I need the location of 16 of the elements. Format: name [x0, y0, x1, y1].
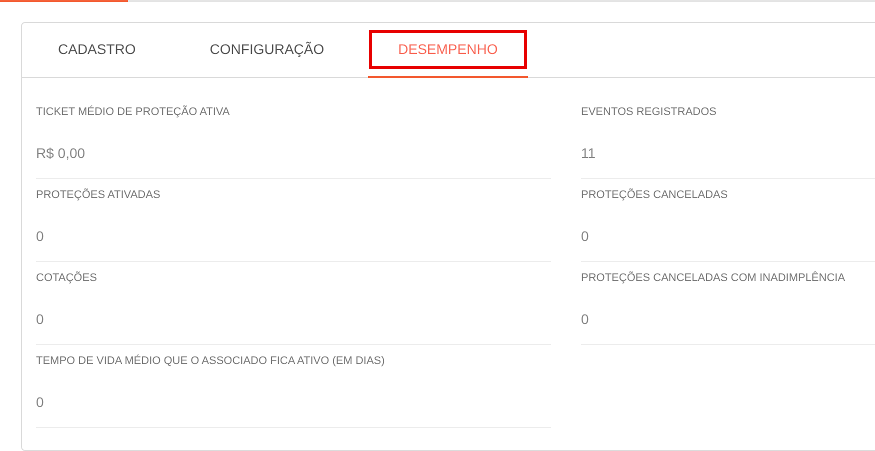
metric-value: 11: [581, 144, 597, 162]
metric-label: COTAÇÕES: [36, 270, 98, 286]
metric-label: TEMPO DE VIDA MÉDIO QUE O ASSOCIADO FICA ATIVO (EM DIAS): [36, 354, 386, 369]
metric-value: R$ 0,00: [36, 144, 86, 162]
metric-value: 0: [36, 310, 45, 328]
metric-value: 0: [581, 226, 590, 246]
metric-label: EVENTOS REGISTRADOS: [581, 105, 718, 120]
tab[interactable]: CADASTRO: [28, 23, 166, 78]
tab[interactable]: CONFIGURAÇÃO: [180, 23, 354, 78]
metric-label: TICKET MÉDIO DE PROTEÇÃO ATIVA: [36, 104, 231, 120]
metric-label: PROTEÇÕES ATIVADAS: [36, 187, 162, 203]
metric-value: 0: [581, 310, 590, 328]
metric-label: PROTEÇÕES CANCELADAS COM INADIMPLÊNCIA: [581, 270, 846, 286]
metric-value: 0: [36, 392, 45, 412]
metric-label: PROTEÇÕES CANCELADAS: [581, 187, 729, 203]
metric-value: 0: [36, 226, 45, 246]
